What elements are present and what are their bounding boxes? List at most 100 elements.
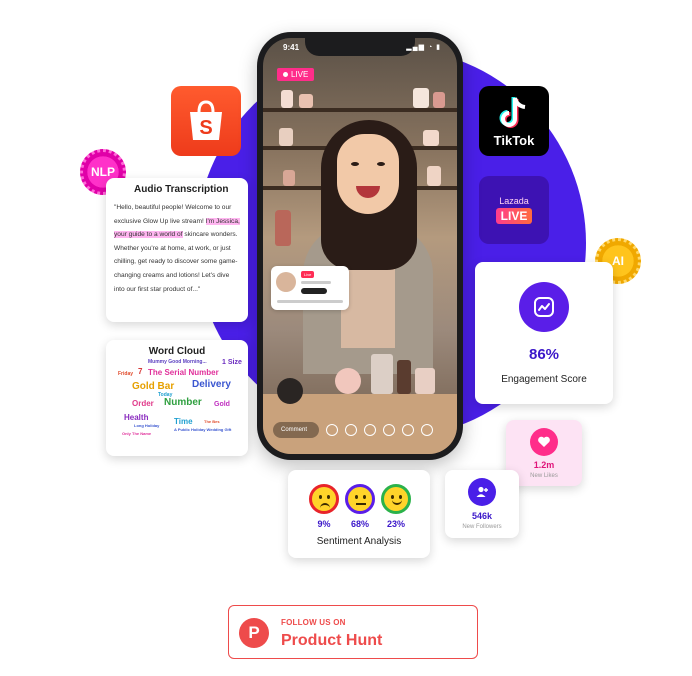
- share-icon[interactable]: [364, 424, 376, 436]
- stream-controls: Comment: [273, 420, 447, 440]
- sentiment-neutral: 68%: [344, 484, 376, 529]
- svg-text:S: S: [199, 117, 212, 139]
- user-add-icon: [468, 478, 496, 506]
- product-jar: [413, 88, 429, 108]
- cloud-word: A Public Holiday Wedding Gift: [174, 427, 232, 432]
- sentiment-analysis-label: Sentiment Analysis: [316, 536, 402, 547]
- new-followers-value: 546k: [471, 511, 493, 521]
- emoji-icon[interactable]: [402, 424, 414, 436]
- avatar: [276, 272, 296, 292]
- sentiment-neutral-pct: 68%: [350, 519, 369, 529]
- cloud-word: Gold: [214, 401, 230, 408]
- ai-badge-label: AI: [612, 254, 624, 268]
- comment-input[interactable]: Comment: [273, 422, 319, 438]
- sentiment-negative-pct: 9%: [317, 519, 331, 529]
- cloud-word: The Serial Number: [148, 368, 219, 377]
- product-jar: [371, 354, 393, 394]
- product-jar: [397, 360, 411, 394]
- new-followers-card: 546k New Followers: [445, 470, 519, 538]
- neutral-face-icon: [345, 484, 375, 514]
- cloud-word: 7: [138, 367, 143, 376]
- cloud-word: 1 Size: [222, 359, 242, 366]
- cloud-word: Gold Bar: [132, 381, 175, 392]
- cloud-word: Only The Name: [122, 431, 152, 436]
- shopee-bag-icon: S: [190, 100, 222, 140]
- sad-face-icon: [309, 484, 339, 514]
- stream-preview-card[interactable]: Live: [271, 266, 349, 310]
- audio-transcription-title: Audio Transcription: [134, 184, 229, 195]
- cloud-word: Number: [164, 397, 202, 408]
- heart-icon: [530, 428, 558, 456]
- tiktok-note-icon: [499, 96, 526, 128]
- product-jar: [415, 368, 435, 394]
- status-icons: ▂▄▆ ◔ ▮: [406, 44, 441, 51]
- promo-stage: S TikTok Lazada LIVE NLP AI 9:41 ▂▄▆ ◔ ▮…: [0, 0, 692, 676]
- product-hunt-follow-button[interactable]: P FOLLOW US ON Product Hunt: [228, 605, 478, 659]
- placeholder-line: [301, 281, 331, 284]
- lazada-live-label: LIVE: [495, 208, 533, 224]
- product-jar: [277, 378, 303, 404]
- refresh-icon[interactable]: [421, 424, 433, 436]
- placeholder-line: [277, 300, 343, 303]
- live-dot-icon: [283, 72, 288, 78]
- lazada-live-logo: Lazada LIVE: [479, 176, 549, 244]
- product-hunt-follow-text: FOLLOW US ON: [281, 618, 346, 627]
- phone-mockup: 9:41 ▂▄▆ ◔ ▮ LIVE Live Comment: [257, 32, 463, 460]
- more-icon[interactable]: [326, 424, 338, 436]
- gift-icon[interactable]: [383, 424, 395, 436]
- tiktok-logo: TikTok: [479, 86, 549, 156]
- presenter-eye: [377, 162, 385, 166]
- sentiment-negative: 9%: [308, 484, 340, 529]
- new-likes-value: 1.2m: [533, 460, 555, 470]
- happy-face-icon: [381, 484, 411, 514]
- product-hunt-logo-icon: P: [239, 618, 269, 648]
- sentiment-positive: 23%: [380, 484, 412, 529]
- cloud-word: Delivery: [192, 379, 231, 390]
- shop-icon[interactable]: [345, 424, 357, 436]
- transcript-part: skincare wonders. Whether you're at home…: [114, 231, 238, 293]
- cloud-word: Time: [174, 417, 193, 426]
- word-cloud-card: Word Cloud Mummy Good Morning... 7 1 Siz…: [106, 340, 248, 456]
- sentiment-positive-pct: 23%: [386, 519, 405, 529]
- presenter-face: [337, 134, 399, 214]
- word-cloud-title: Word Cloud: [148, 346, 206, 357]
- product-jar: [335, 368, 361, 394]
- live-badge: LIVE: [277, 68, 315, 81]
- sentiment-faces: 9% 68% 23%: [308, 484, 412, 529]
- word-cloud: Mummy Good Morning... 7 1 Size Friday Th…: [112, 359, 242, 445]
- status-time: 9:41: [283, 43, 300, 52]
- sentiment-analysis-card: 9% 68% 23% Sentiment Analysis: [288, 470, 430, 558]
- tiktok-wordmark: TikTok: [493, 132, 535, 148]
- follow-button[interactable]: [301, 288, 327, 294]
- product-jar: [281, 90, 293, 108]
- product-jar: [433, 92, 445, 108]
- shopee-logo: S: [171, 86, 241, 156]
- engagement-score-value: 86%: [528, 346, 560, 363]
- shelf: [263, 108, 457, 112]
- cloud-word: Mummy Good Morning...: [148, 359, 207, 365]
- engagement-trend-icon: [519, 282, 569, 332]
- nlp-badge-label: NLP: [91, 165, 115, 179]
- product-jar: [283, 170, 295, 186]
- product-hunt-name: Product Hunt: [281, 632, 383, 649]
- cloud-word: Friday: [118, 371, 134, 377]
- cloud-word: The Bes: [204, 419, 220, 424]
- transcript-text: "Hello, beautiful people! Welcome to our…: [114, 201, 240, 296]
- phone-notch: [305, 38, 415, 56]
- product-jar: [423, 130, 439, 146]
- new-followers-label: New Followers: [462, 524, 502, 530]
- product-jar: [279, 128, 293, 146]
- lazada-wordmark: Lazada: [499, 196, 529, 206]
- mini-live-badge: Live: [301, 271, 315, 278]
- product-jar: [299, 94, 313, 108]
- product-jar: [427, 166, 441, 186]
- cloud-word: Order: [132, 399, 154, 408]
- audio-transcription-card: Audio Transcription "Hello, beautiful pe…: [106, 178, 248, 322]
- live-badge-label: LIVE: [291, 70, 309, 79]
- serum-bottle: [275, 210, 291, 246]
- engagement-score-label: Engagement Score: [501, 374, 587, 385]
- live-stream-screen: 9:41 ▂▄▆ ◔ ▮ LIVE Live Comment: [263, 38, 457, 454]
- engagement-score-card: 86% Engagement Score: [475, 262, 613, 404]
- cloud-word: Long Holiday: [134, 423, 160, 428]
- presenter-eye: [351, 162, 359, 166]
